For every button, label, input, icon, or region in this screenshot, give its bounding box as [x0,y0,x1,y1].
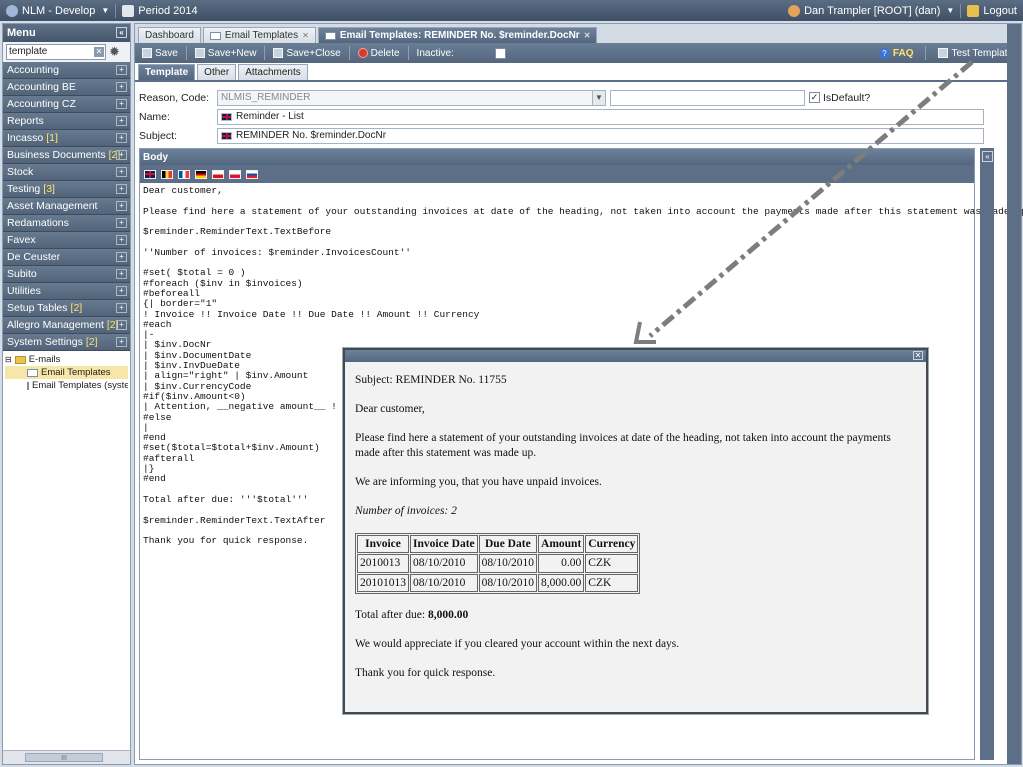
preview-greeting: Dear customer, [355,403,425,415]
preview-paragraph: Please find here a statement of your out… [355,432,891,459]
table-cell: 08/10/2010 [478,573,538,592]
table-cell: CZK [585,554,639,573]
preview-subject: Subject: REMINDER No. 11755 [355,374,507,386]
preview-thanks: Thank you for quick response. [355,667,496,679]
preview-invoice-count: Number of invoices: 2 [355,504,457,517]
table-cell: 0.00 [538,554,585,573]
table-cell: 08/10/2010 [478,554,538,573]
table-cell: 08/10/2010 [410,554,478,573]
table-header: Due Date [478,534,538,553]
table-cell: 08/10/2010 [410,573,478,592]
table-row: 20101013 08/10/2010 08/10/2010 8,000.00 CZK [357,573,639,592]
close-icon[interactable]: ✕ [913,351,923,360]
preview-paragraph: We are informing you, that you have unpa… [355,475,602,488]
template-preview-window: ✕ Subject: REMINDER No. 11755 Dear custo… [343,348,928,714]
table-row: 2010013 08/10/2010 08/10/2010 0.00 CZK [357,554,639,573]
table-header: Amount [538,534,585,553]
table-header: Invoice [357,534,409,553]
table-cell: 8,000.00 [538,573,585,592]
table-header: Invoice Date [410,534,478,553]
preview-total: Total after due: 8,000.00 [355,608,916,623]
total-label: Total after due: [355,609,428,621]
preview-paragraph: We would appreciate if you cleared your … [355,638,680,650]
table-header: Currency [585,534,639,553]
total-value: 8,000.00 [427,609,469,621]
invoice-table: Invoice Invoice Date Due Date Amount Currenc… [355,532,641,594]
table-cell: 20101013 [357,573,409,592]
table-cell: CZK [585,573,639,592]
preview-body: Subject: REMINDER No. 11755 Dear custome… [345,362,926,706]
table-cell: 2010013 [357,554,409,573]
preview-header: ✕ [345,350,926,362]
